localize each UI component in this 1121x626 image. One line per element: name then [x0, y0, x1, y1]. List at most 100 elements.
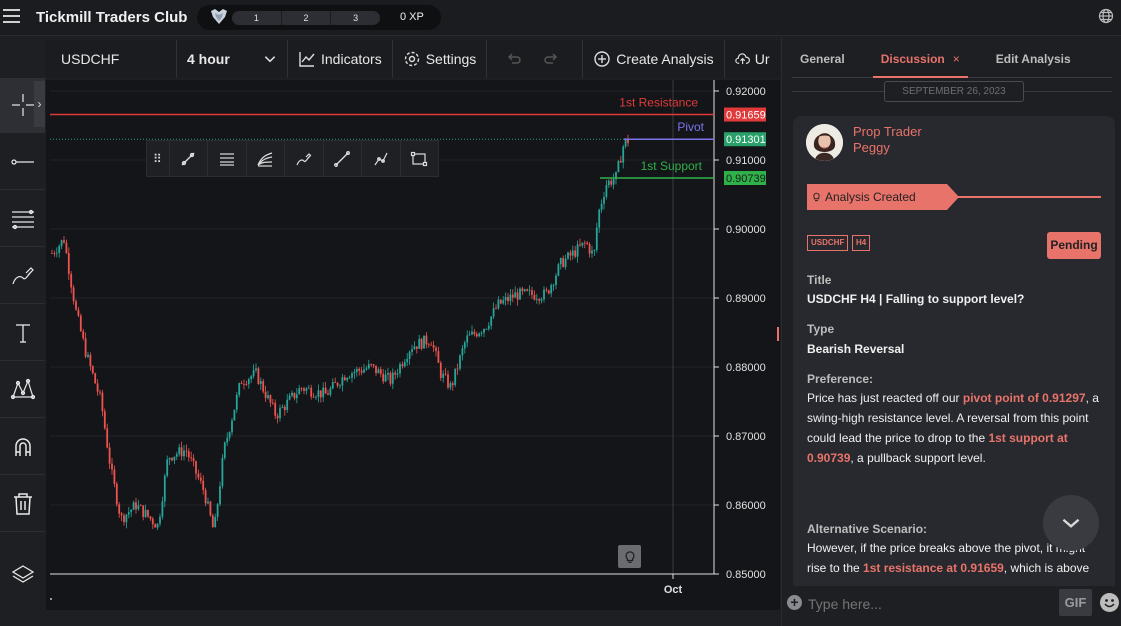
candle-body [547, 290, 550, 294]
chat-bar: + GIF [782, 586, 1121, 626]
candle-body [509, 294, 512, 301]
hamburger-icon[interactable] [3, 9, 20, 25]
brush-tool[interactable] [0, 249, 45, 304]
candle-body [456, 368, 459, 370]
candle-body [499, 299, 502, 304]
trash-tool[interactable] [0, 477, 45, 532]
candle-body [127, 512, 130, 515]
path-button[interactable] [361, 140, 399, 177]
candle-body [137, 505, 140, 510]
analysis-panel: General Discussion × Edit Analysis SEPTEM… [781, 38, 1121, 626]
fib-tool[interactable] [0, 192, 45, 247]
channel-button[interactable] [207, 140, 245, 177]
ray-button[interactable] [322, 140, 361, 177]
lightbulb-icon[interactable] [618, 545, 641, 568]
tab-general[interactable]: General [792, 50, 853, 78]
candle-body [149, 516, 152, 519]
add-attachment-icon[interactable]: + [787, 595, 802, 610]
trendline-button[interactable] [168, 140, 207, 177]
gif-button[interactable]: GIF [1059, 589, 1092, 616]
top-bar: Tickmill Traders Club 1 2 3 0 XP [0, 0, 1121, 36]
redo-icon[interactable] [542, 50, 560, 68]
candle-body [82, 331, 85, 339]
candle-body [418, 338, 421, 349]
candle-body [255, 368, 257, 371]
undo-icon[interactable] [505, 50, 523, 68]
candle-body [252, 370, 255, 377]
indicators-button[interactable]: Indicators [288, 40, 393, 78]
pattern-tool[interactable] [0, 363, 45, 418]
fib-fan-button[interactable] [245, 140, 284, 177]
candle-body [221, 457, 224, 487]
candle-body [425, 335, 428, 345]
interval-selector[interactable]: 4 hour [177, 40, 288, 78]
candle-body [245, 384, 248, 385]
drag-handle-icon[interactable]: ⠿ [147, 152, 169, 166]
resistance-label: 1st Resistance [619, 96, 698, 110]
upload-button[interactable]: Ur [725, 40, 770, 78]
axis-tick-label: 0.89000 [726, 293, 766, 305]
candle-body [531, 290, 533, 295]
toolbar-expand-arrow[interactable]: › [34, 81, 45, 127]
candle-body [123, 515, 125, 523]
candle-body [571, 250, 574, 256]
symbol-selector[interactable]: USDCHF [46, 40, 177, 78]
candle-body [163, 475, 166, 502]
candle-body [523, 289, 526, 291]
chat-input[interactable] [808, 594, 1048, 614]
candle-body [125, 514, 128, 523]
candle-body [341, 377, 344, 386]
candle-body [132, 502, 135, 510]
axis-tick-label: 0.91000 [726, 155, 766, 167]
scroll-down-button[interactable] [1043, 495, 1099, 551]
candle-body [492, 308, 495, 317]
axis-tick-label: 0.85000 [726, 569, 766, 581]
candle-body [396, 373, 399, 375]
tab-discussion[interactable]: Discussion × [872, 50, 968, 78]
candle-body [312, 396, 315, 398]
candle-body [322, 387, 325, 398]
author-name[interactable]: Peggy [853, 140, 890, 155]
candle-body [475, 333, 478, 337]
candle-body [444, 373, 447, 375]
candle-body [233, 409, 236, 421]
candle-body [334, 381, 337, 383]
brush-small-icon [296, 152, 312, 165]
candle-body [324, 387, 327, 394]
create-analysis-button[interactable]: Create Analysis [583, 40, 725, 78]
rectangle-button[interactable] [399, 140, 438, 177]
candle-body [327, 393, 329, 395]
avatar[interactable] [806, 124, 843, 161]
candle-body [595, 227, 598, 251]
text-tool[interactable] [0, 306, 45, 361]
candle-body [111, 463, 113, 470]
brush-button[interactable] [284, 140, 322, 177]
candle-body [495, 308, 497, 310]
tab-edit-analysis[interactable]: Edit Analysis [988, 50, 1079, 78]
price-chart[interactable]: 1st Resistance Pivot 1st Support 0.92000 0.… [46, 80, 780, 610]
close-tab-icon[interactable]: × [953, 52, 960, 66]
candle-body [291, 392, 293, 396]
candle-body [607, 180, 610, 186]
candle-body [115, 483, 118, 505]
candle-body [598, 209, 601, 228]
layers-tool[interactable] [0, 547, 45, 602]
candle-body [483, 328, 485, 333]
candle-body [288, 395, 291, 400]
settings-button[interactable]: Settings [393, 40, 488, 78]
magnet-tool[interactable] [0, 420, 45, 475]
candle-body [307, 387, 310, 389]
candle-body [351, 373, 353, 378]
alternative-label: Alternative Scenario: [807, 522, 928, 536]
candle-body [360, 370, 363, 373]
xp-progress[interactable]: 1 2 3 0 XP [197, 5, 441, 30]
candle-body [75, 301, 77, 310]
globe-icon[interactable] [1098, 8, 1114, 24]
lightbulb-small-icon [813, 192, 820, 202]
app-root: Tickmill Traders Club 1 2 3 0 XP USDCHF … [0, 0, 1121, 626]
emoji-icon[interactable] [1100, 593, 1119, 612]
candle-body [353, 372, 356, 374]
candle-body [274, 402, 277, 416]
line-tool[interactable] [0, 135, 45, 190]
candle-body [180, 447, 183, 457]
